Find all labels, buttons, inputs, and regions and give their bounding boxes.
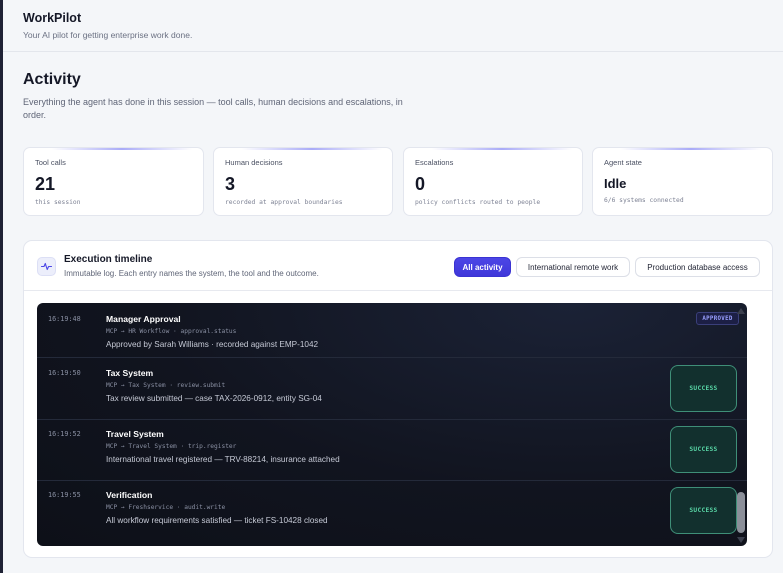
page-title: Activity [23, 71, 81, 88]
stat-sub: policy conflicts routed to people [415, 199, 541, 206]
stat-card-tool-calls: Tool calls 21 this session [23, 147, 204, 216]
stat-card-escalations: Escalations 0 policy conflicts routed to… [403, 147, 583, 216]
filter-all-activity[interactable]: All activity [454, 257, 511, 277]
stat-label: Escalations [415, 158, 454, 167]
entry-time: 16:19:52 [48, 430, 81, 438]
status-badge: SUCCESS [670, 365, 737, 412]
scroll-down-arrow-icon[interactable] [737, 537, 745, 543]
timeline-entry: 16:19:52 Travel System MCP → Travel Syst… [37, 420, 747, 481]
timeline-entry: 16:19:48 Manager Approval MCP → HR Workf… [37, 303, 747, 358]
entry-title: Tax System [106, 368, 154, 378]
filter-production-database-access[interactable]: Production database access [635, 257, 760, 277]
page-description: Everything the agent has done in this se… [23, 97, 403, 120]
stat-label: Tool calls [35, 158, 66, 167]
entry-title: Verification [106, 490, 153, 500]
entry-detail: International travel registered — TRV-88… [106, 455, 340, 464]
filter-international-remote-work[interactable]: International remote work [516, 257, 630, 277]
entry-detail: Tax review submitted — case TAX-2026-091… [106, 394, 322, 403]
timeline-log[interactable]: 16:19:48 Manager Approval MCP → HR Workf… [37, 303, 747, 546]
entry-title: Travel System [106, 429, 164, 439]
entry-route: MCP → HR Workflow · approval.status [106, 328, 237, 335]
entry-route: MCP → Tax System · review.submit [106, 382, 226, 389]
entry-time: 16:19:50 [48, 369, 81, 377]
activity-pulse-icon [37, 257, 56, 276]
entry-detail: Approved by Sarah Williams · recorded ag… [106, 340, 319, 349]
timeline-entry: 16:19:50 Tax System MCP → Tax System · r… [37, 359, 747, 420]
entry-time: 16:19:48 [48, 315, 81, 323]
status-badge: SUCCESS [670, 426, 737, 473]
stat-value: 21 [35, 174, 56, 194]
status-badge: SUCCESS [670, 487, 737, 534]
stat-card-agent-state: Agent state Idle 6/6 systems connected [592, 147, 773, 216]
stat-label: Agent state [604, 158, 642, 167]
stat-card-human-decisions: Human decisions 3 recorded at approval b… [213, 147, 393, 216]
app-name: WorkPilot [23, 11, 82, 25]
entry-detail: All workflow requirements satisfied — ti… [106, 516, 328, 525]
app-header: WorkPilot Your AI pilot for getting ente… [3, 0, 783, 52]
stat-value: 3 [225, 174, 236, 194]
stat-sub: recorded at approval boundaries [225, 199, 343, 206]
timeline-header: Execution timeline Immutable log. Each e… [24, 241, 772, 291]
timeline-title: Execution timeline [64, 254, 153, 265]
entry-route: MCP → Travel System · trip.register [106, 443, 237, 450]
entry-route: MCP → Freshservice · audit.write [106, 504, 226, 511]
timeline-subtitle: Immutable log. Each entry names the syst… [64, 269, 319, 278]
scroll-up-arrow-icon[interactable] [737, 308, 745, 314]
app-tagline: Your AI pilot for getting enterprise wor… [23, 30, 193, 40]
entry-time: 16:19:55 [48, 491, 81, 499]
timeline-entry: 16:19:55 Verification MCP → Freshservice… [37, 481, 747, 546]
stat-sub: this session [35, 199, 81, 206]
window-left-edge [0, 0, 3, 573]
execution-timeline-panel: Execution timeline Immutable log. Each e… [23, 240, 773, 558]
status-badge: APPROVED [696, 312, 739, 325]
stat-sub: 6/6 systems connected [604, 197, 684, 204]
stat-value: 0 [415, 174, 426, 194]
stat-label: Human decisions [225, 158, 283, 167]
stat-value: Idle [604, 176, 627, 191]
entry-title: Manager Approval [106, 314, 181, 324]
timeline-scrollbar[interactable] [734, 304, 748, 546]
scrollbar-thumb[interactable] [737, 492, 745, 533]
